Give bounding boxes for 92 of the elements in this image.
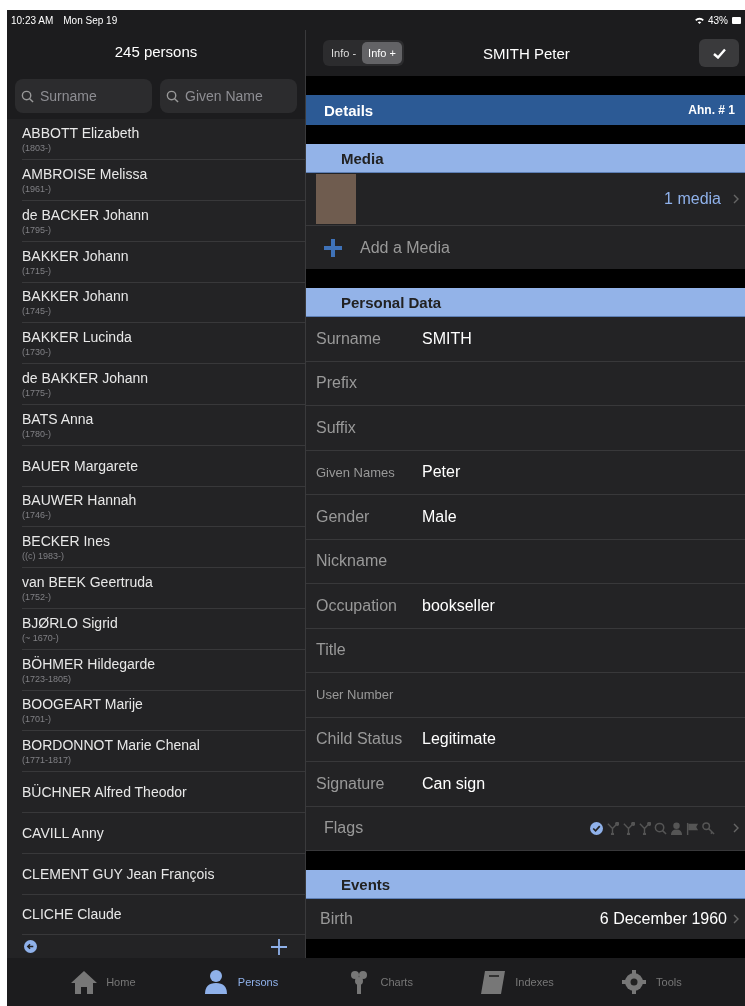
person-list-item[interactable]: BATS Anna (1780-) [22,405,305,446]
home-icon [70,969,99,995]
status-time: 10:23 AM [11,14,54,26]
battery-percentage: 43% [708,14,728,26]
person-list-item[interactable]: de BAKKER Johann (1775-) [22,364,305,405]
event-date: 6 December 1960 [599,910,727,928]
person-list-item[interactable]: van BEEK Geertruda (1752-) [22,568,305,609]
tab-bar-item[interactable]: Home [64,958,142,1006]
gear-icon [620,969,649,995]
field-value: Legitimate [422,730,496,749]
field-row[interactable]: Prefix [306,361,745,406]
section-title: Personal Data [341,293,442,311]
field-row[interactable]: Gender Male [306,495,745,540]
field-row[interactable]: User Number [306,673,745,718]
search-field[interactable]: Surname [15,79,152,114]
media-count: 1 media [663,190,721,208]
person-list-item[interactable]: CLICHE Claude [22,894,305,936]
section-title: Details [324,101,374,119]
person-list-item[interactable]: AMBROISE Melissa (1961-) [22,160,305,201]
ahnentafel-number: Ahn. # 1 [688,103,735,117]
field-value: Male [422,507,457,526]
event-row[interactable]: Birth 6 December 1960 [306,899,745,939]
field-value: Peter [422,463,461,482]
search-icon [166,89,179,103]
person-list-item[interactable]: BOOGEART Marije (1701-) [22,690,305,732]
field-label: Prefix [316,374,358,393]
person-list-item[interactable]: CAVILL Anny [22,812,305,854]
add-icon[interactable] [271,938,287,955]
person-list-item[interactable]: CLEMENT GUY Jean François [22,853,305,895]
chevron-icon [733,823,739,834]
field-row[interactable]: Title [306,628,745,673]
field-label: Signature [316,774,386,793]
field-row[interactable]: Suffix [306,406,745,451]
field-value: bookseller [422,596,495,615]
person-list-item[interactable]: BJØRLO Sigrid (~ 1670-) [22,608,305,650]
chevron-icon [733,914,739,924]
field-label: Child Status [316,730,404,749]
info-segment[interactable]: Info - [325,42,363,64]
field-row[interactable]: Occupation bookseller [306,584,745,629]
checkmark-icon [712,47,726,59]
field-value: Can sign [422,774,486,793]
person-list-item[interactable]: BAKKER Lucinda (1730-) [22,323,305,365]
field-label: Gender [316,507,371,526]
media-row[interactable]: 1 media [306,173,745,226]
add-media-item[interactable]: Add a Media [306,226,745,269]
person-list-item[interactable]: BAKKER Johann (1745-) [22,282,305,324]
field-label: Suffix [316,418,357,437]
field-label: Occupation [316,596,398,615]
flags-row[interactable]: Flags [306,806,745,851]
person-list-item[interactable]: BECKER Ines ((c) 1983-) [22,527,305,569]
info-segment[interactable]: Info + [362,42,402,64]
battery-icon [732,16,741,24]
person-list-item[interactable]: BÖHMER Hildegarde (1723-1805) [22,649,305,691]
person-list-item[interactable]: BAUER Margarete [22,445,305,487]
plus-icon [324,238,342,257]
field-label: Surname [316,329,382,348]
search-input[interactable]: Surname [38,87,146,106]
person-list-item[interactable]: BAUWER Hannah (1746-) [22,486,305,528]
field-label: Flags [323,819,364,838]
search-field[interactable]: Given Name [160,79,297,114]
search-icon [21,89,34,103]
tab-bar-item[interactable]: Tools [614,958,688,1006]
chevron-icon [733,194,739,204]
wifi-icon [695,16,704,24]
status-date: Mon Sep 19 [63,14,118,26]
field-row[interactable]: Child Status Legitimate [306,717,745,762]
tab-bar-item[interactable]: Persons [195,958,285,1006]
section-title: Events [341,875,391,893]
field-label: Title [316,641,347,660]
person-list-item[interactable]: BAKKER Johann (1715-) [22,241,305,283]
field-row[interactable]: Surname SMITH [306,317,745,362]
field-row[interactable]: Given Names Peter [306,450,745,495]
person-list-item[interactable]: BÜCHNER Alfred Theodor [22,772,305,813]
list-title: 245 persons [114,43,198,61]
book-icon [479,969,508,995]
field-row[interactable]: Nickname [306,539,745,584]
search-input[interactable]: Given Name [183,87,291,106]
done-button[interactable] [699,39,739,67]
photo-placeholder [316,174,356,224]
tab-bar-item[interactable]: Indexes [473,958,560,1006]
field-label: Nickname [316,552,389,571]
field-label: User Number [316,687,395,703]
person-list-item[interactable]: BORDONNOT Marie Chenal (1771-1817) [22,731,305,773]
field-label: Given Names [316,464,396,480]
field-row[interactable]: Signature Can sign [306,762,745,807]
event-label: Birth [320,910,354,928]
person-list-item[interactable]: de BACKER Johann (1795-) [22,201,305,242]
section-title: Media [341,149,384,167]
field-value: SMITH [422,329,472,348]
person-title: SMITH Peter [482,44,571,62]
person-list-item[interactable]: ABBOTT Elizabeth (1803-) [22,119,305,161]
tab-bar-item[interactable]: Charts [338,958,419,1006]
